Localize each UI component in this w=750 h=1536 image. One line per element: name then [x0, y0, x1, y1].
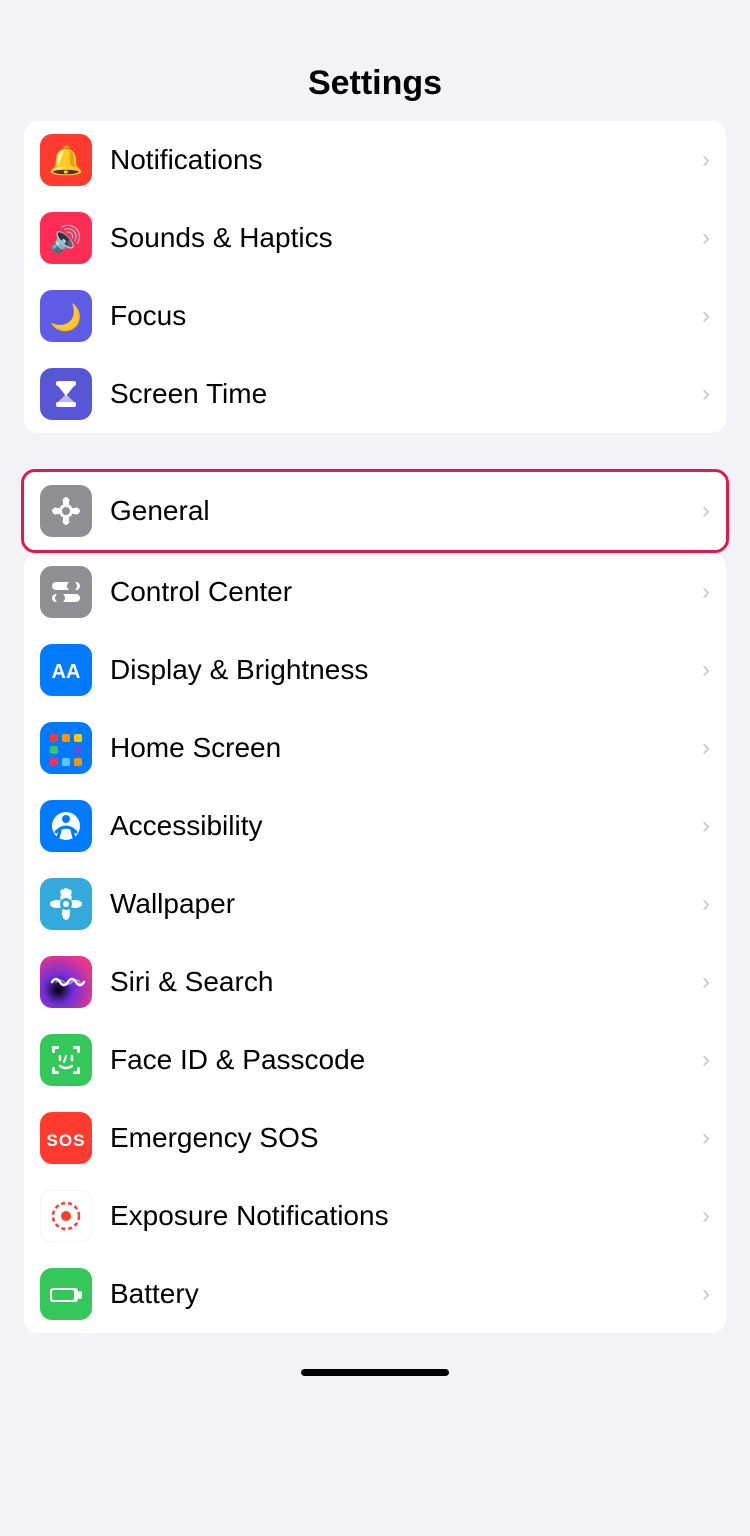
homescreen-label: Home Screen	[110, 732, 702, 764]
faceid-icon	[40, 1034, 92, 1086]
focus-label: Focus	[110, 300, 702, 332]
settings-item-general[interactable]: General ›	[24, 472, 726, 550]
notifications-icon: 🔔	[40, 134, 92, 186]
svg-text:🔊: 🔊	[50, 223, 82, 255]
faceid-chevron: ›	[702, 1046, 710, 1074]
display-label: Display & Brightness	[110, 654, 702, 686]
controlcenter-icon	[40, 566, 92, 618]
general-chevron: ›	[702, 497, 710, 525]
accessibility-label: Accessibility	[110, 810, 702, 842]
settings-item-siri[interactable]: Siri & Search ›	[24, 943, 726, 1021]
wallpaper-chevron: ›	[702, 890, 710, 918]
page-title: Settings	[0, 54, 750, 121]
sos-icon: SOS	[40, 1112, 92, 1164]
sounds-label: Sounds & Haptics	[110, 222, 702, 254]
settings-item-controlcenter[interactable]: Control Center ›	[24, 553, 726, 631]
notifications-chevron: ›	[702, 146, 710, 174]
settings-item-sos[interactable]: SOS Emergency SOS ›	[24, 1099, 726, 1177]
battery-chevron: ›	[702, 1280, 710, 1308]
home-indicator	[301, 1369, 449, 1376]
settings-item-battery[interactable]: Battery ›	[24, 1255, 726, 1333]
svg-text:SOS: SOS	[47, 1131, 86, 1150]
wallpaper-label: Wallpaper	[110, 888, 702, 920]
controlcenter-label: Control Center	[110, 576, 702, 608]
battery-label: Battery	[110, 1278, 702, 1310]
accessibility-icon	[40, 800, 92, 852]
settings-item-homescreen[interactable]: Home Screen ›	[24, 709, 726, 787]
general-highlighted-wrapper: General ›	[21, 469, 729, 553]
settings-item-faceid[interactable]: Face ID & Passcode ›	[24, 1021, 726, 1099]
screentime-chevron: ›	[702, 380, 710, 408]
sos-label: Emergency SOS	[110, 1122, 702, 1154]
siri-chevron: ›	[702, 968, 710, 996]
settings-item-focus[interactable]: 🌙 Focus ›	[24, 277, 726, 355]
settings-item-sounds[interactable]: 🔊 Sounds & Haptics ›	[24, 199, 726, 277]
sounds-chevron: ›	[702, 224, 710, 252]
notifications-label: Notifications	[110, 144, 702, 176]
controlcenter-chevron: ›	[702, 578, 710, 606]
siri-label: Siri & Search	[110, 966, 702, 998]
display-chevron: ›	[702, 656, 710, 684]
settings-group-2: Control Center › AA Display & Brightness…	[24, 553, 726, 1333]
exposure-icon	[40, 1190, 92, 1242]
display-icon: AA	[40, 644, 92, 696]
svg-text:🌙: 🌙	[50, 302, 82, 333]
sounds-icon: 🔊	[40, 212, 92, 264]
status-bar	[0, 0, 750, 54]
settings-item-notifications[interactable]: 🔔 Notifications ›	[24, 121, 726, 199]
screentime-label: Screen Time	[110, 378, 702, 410]
wallpaper-icon	[40, 878, 92, 930]
settings-item-screentime[interactable]: Screen Time ›	[24, 355, 726, 433]
general-icon	[40, 485, 92, 537]
exposure-chevron: ›	[702, 1202, 710, 1230]
focus-icon: 🌙	[40, 290, 92, 342]
focus-chevron: ›	[702, 302, 710, 330]
general-label: General	[110, 495, 702, 527]
svg-text:AA: AA	[52, 661, 81, 683]
siri-icon	[40, 956, 92, 1008]
svg-text:🔔: 🔔	[49, 145, 84, 177]
homescreen-chevron: ›	[702, 734, 710, 762]
accessibility-chevron: ›	[702, 812, 710, 840]
homescreen-icon	[40, 722, 92, 774]
settings-item-display[interactable]: AA Display & Brightness ›	[24, 631, 726, 709]
battery-icon	[40, 1268, 92, 1320]
exposure-label: Exposure Notifications	[110, 1200, 702, 1232]
settings-group-1: 🔔 Notifications › 🔊 Sounds & Haptics › 🌙…	[24, 121, 726, 433]
screentime-icon	[40, 368, 92, 420]
faceid-label: Face ID & Passcode	[110, 1044, 702, 1076]
settings-item-accessibility[interactable]: Accessibility ›	[24, 787, 726, 865]
sos-chevron: ›	[702, 1124, 710, 1152]
settings-item-wallpaper[interactable]: Wallpaper ›	[24, 865, 726, 943]
settings-item-exposure[interactable]: Exposure Notifications ›	[24, 1177, 726, 1255]
